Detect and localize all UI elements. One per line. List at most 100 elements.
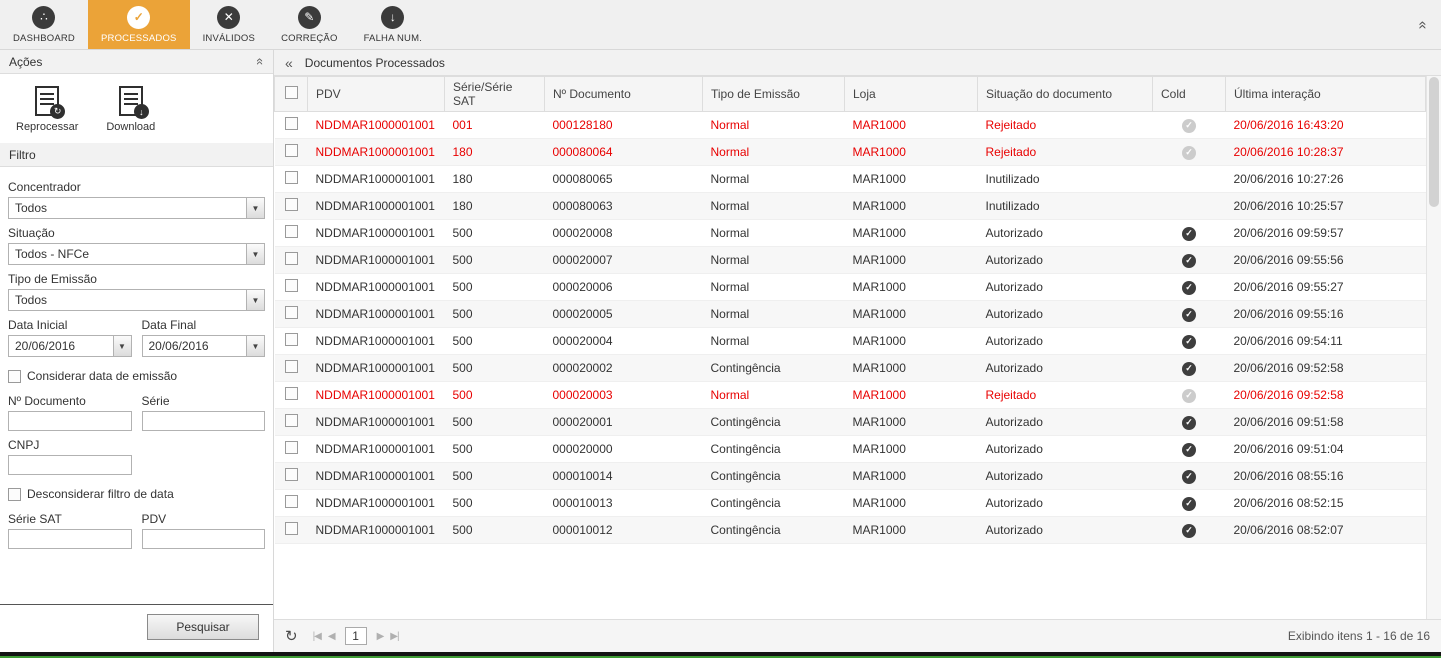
column-header-pdv[interactable]: PDV — [308, 77, 445, 112]
table-row[interactable]: NDDMAR1000001001 500 000010012 Contingên… — [275, 517, 1426, 544]
cell-pdv: NDDMAR1000001001 — [308, 355, 445, 382]
row-checkbox[interactable] — [285, 225, 298, 238]
row-checkbox[interactable] — [285, 468, 298, 481]
table-row[interactable]: NDDMAR1000001001 500 000020000 Contingên… — [275, 436, 1426, 463]
num-documento-input[interactable] — [8, 411, 132, 431]
row-checkbox[interactable] — [285, 414, 298, 427]
cell-ultima-interacao: 20/06/2016 09:55:27 — [1226, 274, 1426, 301]
pdv-input[interactable] — [142, 529, 266, 549]
data-inicial-field[interactable]: 20/06/2016 ▼ — [8, 335, 132, 357]
cnpj-input[interactable] — [8, 455, 132, 475]
page-number-input[interactable]: 1 — [345, 627, 367, 645]
serie-sat-input[interactable] — [8, 529, 132, 549]
cell-ultima-interacao: 20/06/2016 08:52:15 — [1226, 490, 1426, 517]
pdv-label: PDV — [142, 512, 266, 526]
concentrador-select[interactable]: Todos ▼ — [8, 197, 265, 219]
table-row[interactable]: NDDMAR1000001001 500 000020004 Normal MA… — [275, 328, 1426, 355]
page-prev-button[interactable]: ◀ — [328, 631, 335, 642]
table-row[interactable]: NDDMAR1000001001 180 000080064 Normal MA… — [275, 139, 1426, 166]
cell-tipo-emissao: Contingência — [703, 517, 845, 544]
tab-correcao[interactable]: ✎ CORREÇÃO — [268, 0, 351, 49]
tab-invalidos-label: INVÁLIDOS — [203, 33, 255, 44]
refresh-icon[interactable]: ↻ — [285, 627, 298, 645]
row-checkbox[interactable] — [285, 495, 298, 508]
row-checkbox[interactable] — [285, 279, 298, 292]
row-checkbox[interactable] — [285, 360, 298, 373]
page-last-button[interactable]: ▶| — [390, 631, 398, 642]
table-row[interactable]: NDDMAR1000001001 500 000010013 Contingên… — [275, 490, 1426, 517]
select-all-checkbox[interactable] — [285, 86, 298, 99]
cell-pdv: NDDMAR1000001001 — [308, 139, 445, 166]
vertical-scrollbar[interactable] — [1426, 76, 1441, 619]
considerar-emissao-checkbox[interactable] — [8, 370, 21, 383]
table-row[interactable]: NDDMAR1000001001 500 000020008 Normal MA… — [275, 220, 1426, 247]
row-checkbox[interactable] — [285, 387, 298, 400]
tab-dashboard[interactable]: ∴ DASHBOARD — [0, 0, 88, 49]
row-checkbox[interactable] — [285, 522, 298, 535]
cell-num-documento: 000020004 — [545, 328, 703, 355]
table-row[interactable]: NDDMAR1000001001 500 000020006 Normal MA… — [275, 274, 1426, 301]
table-row[interactable]: NDDMAR1000001001 500 000020002 Contingên… — [275, 355, 1426, 382]
table-row[interactable]: NDDMAR1000001001 500 000010014 Contingên… — [275, 463, 1426, 490]
column-header-situacao[interactable]: Situação do documento — [978, 77, 1153, 112]
considerar-emissao-row[interactable]: Considerar data de emissão — [8, 369, 265, 383]
table-row[interactable]: NDDMAR1000001001 180 000080063 Normal MA… — [275, 193, 1426, 220]
column-header-tipo-emissao[interactable]: Tipo de Emissão — [703, 77, 845, 112]
cell-loja: MAR1000 — [845, 409, 978, 436]
cell-tipo-emissao: Normal — [703, 328, 845, 355]
row-checkbox[interactable] — [285, 117, 298, 130]
cold-status-icon: ✓ — [1182, 443, 1196, 457]
download-button[interactable]: ↓ Download — [106, 86, 155, 133]
collapse-actions-icon[interactable]: « — [253, 58, 268, 65]
data-final-field[interactable]: 20/06/2016 ▼ — [142, 335, 266, 357]
cell-tipo-emissao: Normal — [703, 112, 845, 139]
situacao-select[interactable]: Todos - NFCe ▼ — [8, 243, 265, 265]
column-header-cold[interactable]: Cold — [1153, 77, 1226, 112]
tab-falha-num[interactable]: ↓ FALHA NUM. — [351, 0, 436, 49]
cell-situacao: Autorizado — [978, 436, 1153, 463]
actions-title: Ações — [9, 55, 42, 69]
tipo-emissao-select[interactable]: Todos ▼ — [8, 289, 265, 311]
row-checkbox[interactable] — [285, 198, 298, 211]
row-checkbox[interactable] — [285, 333, 298, 346]
cell-pdv: NDDMAR1000001001 — [308, 301, 445, 328]
num-documento-label: Nº Documento — [8, 394, 132, 408]
page-next-button[interactable]: ▶ — [377, 631, 384, 642]
row-checkbox[interactable] — [285, 252, 298, 265]
serie-input[interactable] — [142, 411, 266, 431]
row-checkbox[interactable] — [285, 441, 298, 454]
page-first-button[interactable]: |◀ — [313, 631, 321, 642]
cell-ultima-interacao: 20/06/2016 08:52:07 — [1226, 517, 1426, 544]
cell-serie: 500 — [445, 409, 545, 436]
data-inicial-label: Data Inicial — [8, 318, 132, 332]
table-row[interactable]: NDDMAR1000001001 500 000020005 Normal MA… — [275, 301, 1426, 328]
cold-status-icon: ✓ — [1182, 416, 1196, 430]
table-body: NDDMAR1000001001 001 000128180 Normal MA… — [275, 112, 1426, 544]
table-row[interactable]: NDDMAR1000001001 001 000128180 Normal MA… — [275, 112, 1426, 139]
table-row[interactable]: NDDMAR1000001001 500 000020007 Normal MA… — [275, 247, 1426, 274]
collapse-toolbar-icon[interactable]: « — [1414, 20, 1431, 28]
check-circle-icon: ✓ — [127, 6, 150, 29]
desconsiderar-data-checkbox[interactable] — [8, 488, 21, 501]
tab-processados[interactable]: ✓ PROCESSADOS — [88, 0, 190, 49]
search-button[interactable]: Pesquisar — [147, 614, 259, 640]
scrollbar-thumb[interactable] — [1429, 77, 1439, 207]
column-header-ultima-interacao[interactable]: Última interação — [1226, 77, 1426, 112]
desconsiderar-data-row[interactable]: Desconsiderar filtro de data — [8, 487, 265, 501]
table-row[interactable]: NDDMAR1000001001 500 000020003 Normal MA… — [275, 382, 1426, 409]
chevron-down-icon: ▼ — [246, 336, 264, 356]
table-row[interactable]: NDDMAR1000001001 180 000080065 Normal MA… — [275, 166, 1426, 193]
cell-tipo-emissao: Contingência — [703, 463, 845, 490]
row-checkbox[interactable] — [285, 306, 298, 319]
tab-invalidos[interactable]: ✕ INVÁLIDOS — [190, 0, 268, 49]
column-header-serie[interactable]: Série/Série SAT — [445, 77, 545, 112]
main-panel: « Documentos Processados PDV Série/Série… — [274, 50, 1441, 652]
column-header-loja[interactable]: Loja — [845, 77, 978, 112]
row-checkbox[interactable] — [285, 144, 298, 157]
collapse-sidebar-icon[interactable]: « — [285, 55, 293, 71]
table-row[interactable]: NDDMAR1000001001 500 000020001 Contingên… — [275, 409, 1426, 436]
column-header-num-documento[interactable]: Nº Documento — [545, 77, 703, 112]
row-checkbox[interactable] — [285, 171, 298, 184]
sidebar-bottom: Pesquisar — [0, 604, 273, 652]
reprocess-button[interactable]: ↻ Reprocessar — [16, 86, 78, 133]
